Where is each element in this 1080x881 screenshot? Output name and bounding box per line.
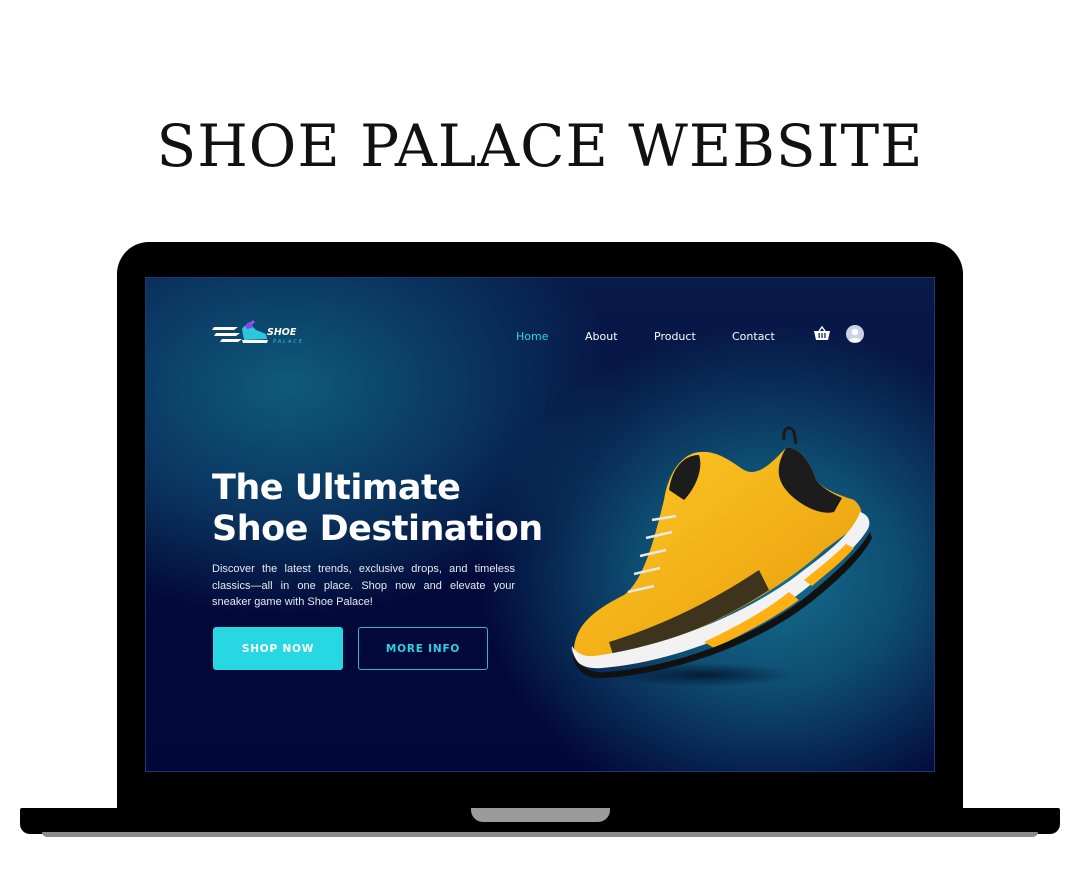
nav-about[interactable]: About: [585, 330, 618, 343]
user-avatar-icon[interactable]: [846, 325, 864, 343]
website-screen: SHOE PALACE Home About Product Contact T…: [145, 277, 935, 772]
sneaker-image: [571, 426, 872, 687]
hero-title-line-2: Shoe Destination: [212, 509, 543, 549]
nav-home[interactable]: Home: [516, 330, 548, 343]
cart-icon[interactable]: [813, 326, 831, 342]
laptop-base-shadow: [42, 832, 1038, 837]
nav-contact[interactable]: Contact: [732, 330, 775, 343]
shop-now-button[interactable]: SHOP NOW: [213, 627, 343, 670]
laptop-notch: [471, 808, 610, 822]
hero-title: The Ultimate Shoe Destination: [212, 468, 612, 550]
nav-product[interactable]: Product: [654, 330, 696, 343]
more-info-button[interactable]: MORE INFO: [358, 627, 488, 670]
hero-title-line-1: The Ultimate: [212, 468, 461, 508]
page-title: SHOE PALACE WEBSITE: [156, 112, 924, 180]
hero-description: Discover the latest trends, exclusive dr…: [212, 563, 515, 608]
